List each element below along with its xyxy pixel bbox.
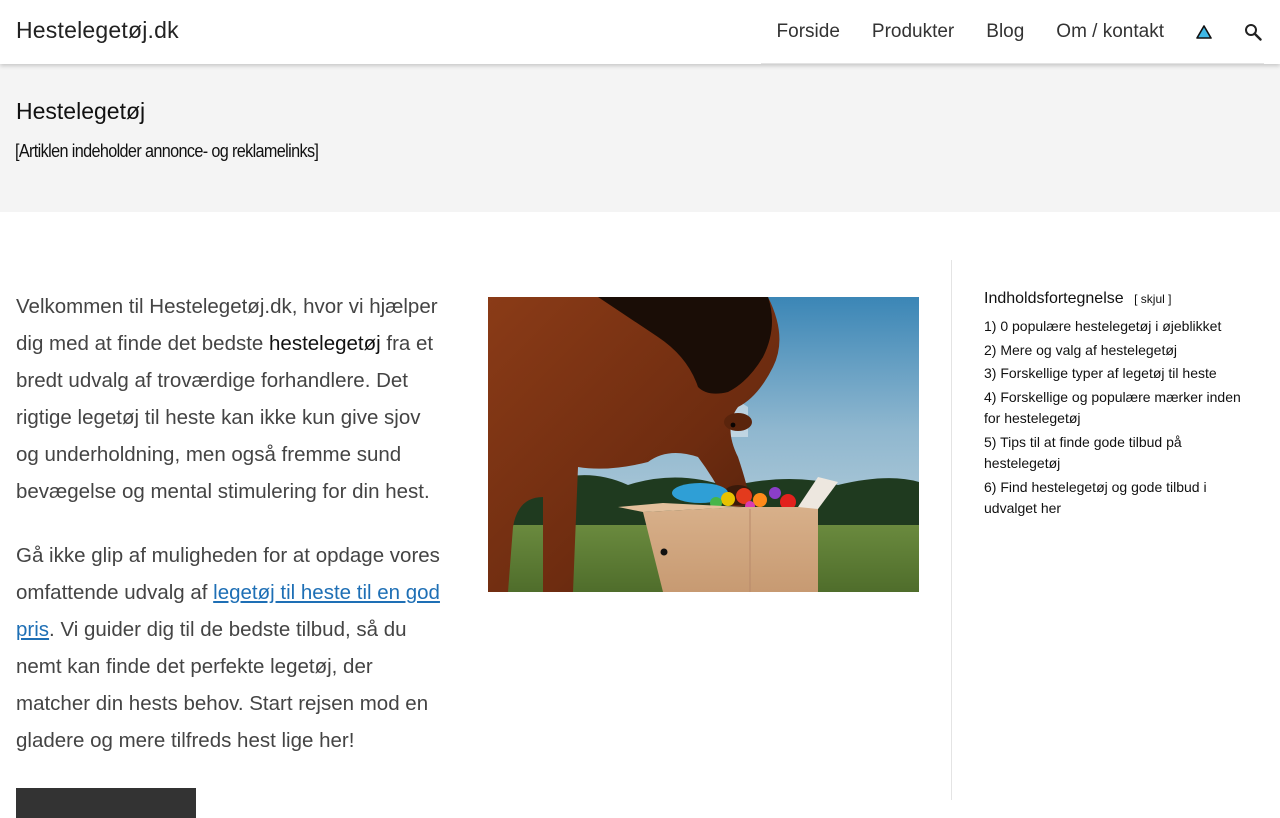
toc-item[interactable]: 1) 0 populære hestelegetøj i øjeblikket bbox=[984, 316, 1254, 338]
toc-item[interactable]: 2) Mere og valg af hestelegetøj bbox=[984, 340, 1254, 362]
cta-button[interactable] bbox=[16, 788, 196, 818]
toc-hide-toggle[interactable]: [ skjul ] bbox=[1134, 292, 1171, 306]
site-title-link[interactable]: Hestelegetøj.dk bbox=[16, 17, 179, 44]
intro-text: fra et bredt udvalg af troværdige forhan… bbox=[16, 332, 434, 503]
toc-item-link[interactable]: 5) Tips til at finde gode tilbud på hest… bbox=[984, 434, 1182, 472]
nav-item-blog[interactable]: Blog bbox=[970, 21, 1040, 43]
toc-list: 1) 0 populære hestelegetøj i øjeblikket … bbox=[984, 316, 1254, 520]
toc-item[interactable]: 5) Tips til at finde gode tilbud på hest… bbox=[984, 432, 1254, 475]
nav-item-produkter[interactable]: Produkter bbox=[856, 21, 970, 43]
toc-item-link[interactable]: 4) Forskellige og populære mærker inden … bbox=[984, 389, 1241, 427]
nav-item-om-kontakt[interactable]: Om / kontakt bbox=[1040, 21, 1180, 43]
toc-title: Indholdsfortegnelse bbox=[984, 290, 1124, 307]
sidebar-divider bbox=[951, 260, 952, 800]
toc-item-link[interactable]: 1) 0 populære hestelegetøj i øjeblikket bbox=[984, 318, 1221, 334]
toc-item-link[interactable]: 2) Mere og valg af hestelegetøj bbox=[984, 342, 1177, 358]
main-nav: Forside Produkter Blog Om / kontakt bbox=[760, 0, 1264, 64]
site-header: Hestelegetøj.dk Forside Produkter Blog O… bbox=[0, 0, 1280, 64]
toc-item[interactable]: 4) Forskellige og populære mærker inden … bbox=[984, 387, 1254, 430]
toc-item-link[interactable]: 3) Forskellige typer af legetøj til hest… bbox=[984, 365, 1217, 381]
nav-item-forside[interactable]: Forside bbox=[761, 21, 856, 43]
page-title: Hestelegetøj bbox=[16, 98, 146, 124]
search-icon[interactable] bbox=[1228, 12, 1264, 52]
article-intro: Velkommen til Hestelegetøj.dk, hvor vi h… bbox=[16, 288, 446, 786]
intro-paragraph-2: Gå ikke glip af muligheden for at opdage… bbox=[16, 537, 446, 759]
affiliate-disclaimer: [Artiklen indeholder annonce- og reklame… bbox=[15, 141, 319, 161]
intro-text: . Vi guider dig til de bedste tilbud, så… bbox=[16, 618, 429, 752]
warning-triangle-icon[interactable] bbox=[1180, 12, 1228, 52]
toc-item[interactable]: 3) Forskellige typer af legetøj til hest… bbox=[984, 363, 1254, 385]
table-of-contents: Indholdsfortegnelse [ skjul ] 1) 0 popul… bbox=[984, 290, 1254, 522]
horse-with-toys-image bbox=[488, 297, 919, 592]
intro-paragraph-1: Velkommen til Hestelegetøj.dk, hvor vi h… bbox=[16, 288, 446, 510]
toc-item[interactable]: 6) Find hestelegetøj og gode tilbud i ud… bbox=[984, 477, 1254, 520]
toc-item-link[interactable]: 6) Find hestelegetøj og gode tilbud i ud… bbox=[984, 479, 1207, 517]
page-hero: Hestelegetøj [Artiklen indeholder annonc… bbox=[0, 64, 1280, 212]
keyword-hestelegetoj: hestelegetøj bbox=[269, 332, 381, 355]
